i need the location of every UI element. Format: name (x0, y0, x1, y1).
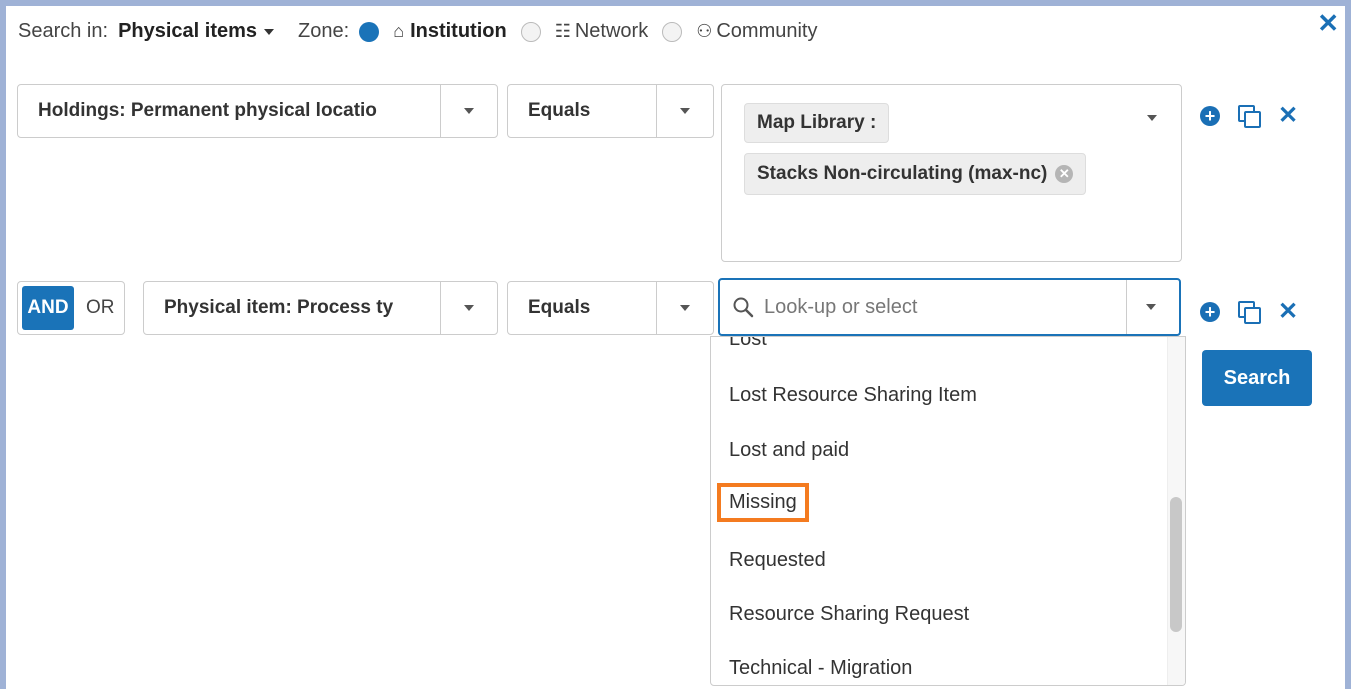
chevron-down-icon (464, 108, 474, 114)
field-select-2[interactable]: Physical item: Process ty (143, 281, 457, 335)
scrollbar-thumb[interactable] (1170, 497, 1182, 632)
value-chip-label: Stacks Non-circulating (max-nc) (757, 163, 1048, 184)
zone-radio-network[interactable] (520, 21, 541, 42)
value-chip: Stacks Non-circulating (max-nc) ✕ (744, 153, 1087, 195)
lookup-input[interactable]: Look-up or select (718, 278, 1181, 336)
option-item[interactable]: Lost and paid (729, 439, 849, 462)
chevron-down-icon (264, 28, 275, 35)
add-row-icon[interactable]: + (1200, 106, 1220, 126)
operator-select-2[interactable]: Equals (507, 281, 667, 335)
remove-row-icon[interactable]: ✕ (1278, 300, 1298, 324)
duplicate-icon[interactable] (1238, 105, 1261, 128)
and-button[interactable]: AND (22, 286, 74, 330)
zone-label-community: Community (716, 20, 818, 42)
field-value: Physical item: Process ty (164, 297, 394, 318)
operator-caret-1[interactable] (656, 84, 714, 138)
value-multiselect-1[interactable]: Map Library : Stacks Non-circulating (ma… (721, 84, 1182, 262)
add-row-icon[interactable]: + (1200, 302, 1220, 322)
field-caret-1[interactable] (440, 84, 498, 138)
zone-radio-community[interactable] (662, 21, 683, 42)
search-button[interactable]: Search (1202, 350, 1312, 406)
lookup-placeholder: Look-up or select (764, 295, 918, 318)
or-button[interactable]: OR (86, 297, 115, 319)
remove-chip-icon[interactable]: ✕ (1055, 165, 1074, 183)
lookup-divider (1126, 280, 1127, 334)
value-chip-group: Map Library : (744, 103, 890, 143)
row-actions-1: + ✕ (1200, 104, 1298, 128)
zone-radio-institution[interactable] (359, 21, 380, 42)
option-item[interactable]: Technical - Migration (729, 657, 912, 680)
chevron-down-icon[interactable] (1147, 115, 1157, 121)
row-actions-2: + ✕ (1200, 300, 1298, 324)
zone-label: Zone: (298, 20, 350, 42)
close-icon[interactable]: ✕ (1317, 8, 1339, 39)
options-dropdown: Lost Lost Resource Sharing Item Lost and… (710, 336, 1186, 686)
field-caret-2[interactable] (440, 281, 498, 335)
option-item[interactable]: Lost (729, 337, 767, 351)
option-item[interactable]: Lost Resource Sharing Item (729, 384, 977, 407)
duplicate-icon[interactable] (1238, 301, 1261, 324)
chevron-down-icon (680, 305, 690, 311)
search-in-value: Physical items (118, 20, 258, 42)
option-item[interactable]: Resource Sharing Request (729, 603, 969, 626)
chevron-down-icon (680, 108, 690, 114)
users-icon: ⚇ (696, 21, 713, 41)
home-icon: ⌂ (393, 21, 405, 41)
remove-row-icon[interactable]: ✕ (1278, 104, 1298, 128)
zone-label-network: Network (574, 20, 649, 42)
search-in-dropdown[interactable]: Physical items (118, 20, 275, 43)
zone-label-institution: Institution (410, 20, 507, 42)
operator-select-1[interactable]: Equals (507, 84, 667, 138)
field-value: Holdings: Permanent physical locatio (38, 100, 377, 121)
value-chip-label: Map Library : (757, 112, 877, 133)
search-in-label: Search in: (18, 20, 109, 42)
chevron-down-icon[interactable] (1146, 304, 1156, 310)
network-icon: ☷ (554, 21, 571, 41)
option-item[interactable]: Requested (729, 549, 826, 572)
dropdown-scrollbar[interactable] (1167, 337, 1185, 685)
operator-value: Equals (528, 297, 591, 318)
chevron-down-icon (464, 305, 474, 311)
boolean-toggle: AND OR (17, 281, 125, 335)
field-select-1[interactable]: Holdings: Permanent physical locatio (17, 84, 457, 138)
option-item-highlighted[interactable]: Missing (717, 483, 809, 522)
operator-caret-2[interactable] (656, 281, 714, 335)
search-header: Search in: Physical items Zone: ⌂ Instit… (18, 20, 817, 43)
search-icon (733, 297, 754, 318)
operator-value: Equals (528, 100, 591, 121)
